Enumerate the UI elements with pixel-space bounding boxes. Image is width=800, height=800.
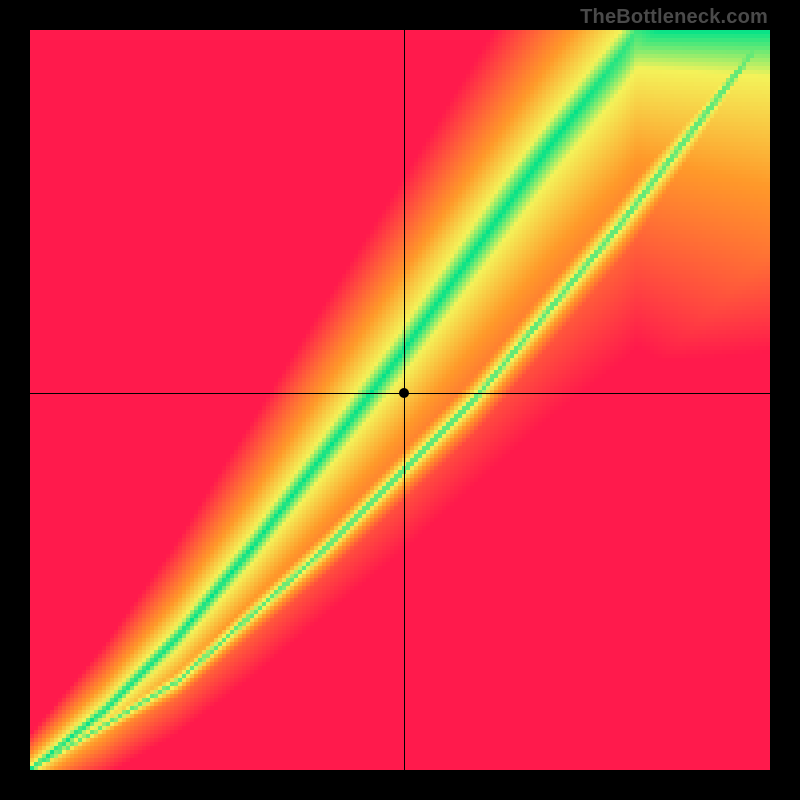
crosshair-vertical [404, 30, 405, 770]
chart-frame: TheBottleneck.com [0, 0, 800, 800]
attribution-text: TheBottleneck.com [580, 6, 768, 29]
heatmap-canvas [30, 30, 770, 770]
heatmap-plot [30, 30, 770, 770]
marker-dot [399, 388, 409, 398]
